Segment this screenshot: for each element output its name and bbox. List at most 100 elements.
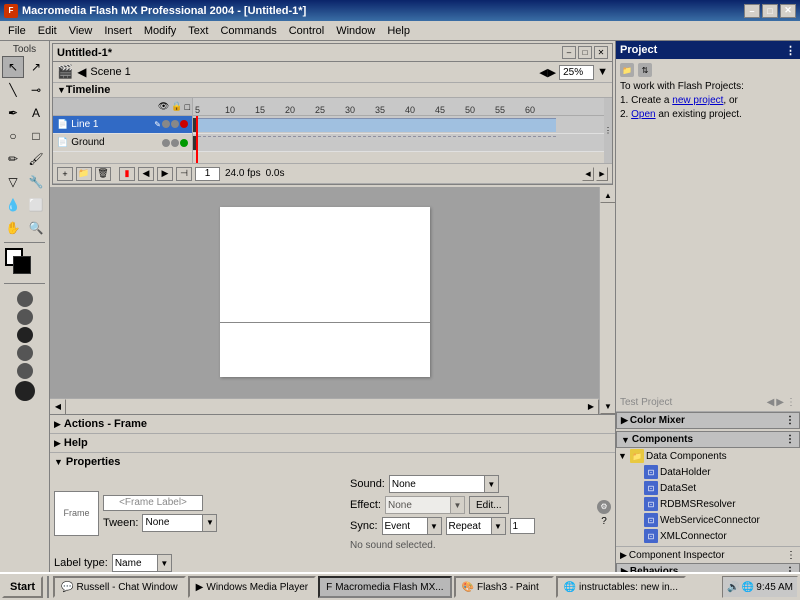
effect-dropdown[interactable]: None ▼ (385, 496, 465, 514)
tool-ink[interactable]: 🔧 (25, 171, 47, 193)
label-type-arrow-icon[interactable]: ▼ (157, 555, 171, 571)
layer-dot-red[interactable] (180, 120, 188, 128)
zoom-dropdown-arrow[interactable]: ▼ (597, 66, 608, 78)
play-btn[interactable]: ▮ (119, 167, 135, 181)
taskbar-item-mediaplayer[interactable]: ▶ Windows Media Player (188, 576, 316, 598)
repeat-count-input[interactable] (510, 518, 535, 534)
frame-fwd-btn[interactable]: ▶ (157, 167, 173, 181)
label-type-dropdown[interactable]: Name ▼ (112, 554, 172, 572)
timeline-scroll-right[interactable]: ▶ (596, 167, 608, 181)
taskbar-item-instructables[interactable]: 🌐 instructables: new in... (556, 576, 686, 598)
doc-close[interactable]: ✕ (594, 46, 608, 59)
tool-line[interactable]: ╲ (2, 79, 24, 101)
menu-text[interactable]: Text (182, 23, 214, 39)
tool-rect[interactable]: □ (25, 125, 47, 147)
repeat-dropdown[interactable]: Repeat ▼ (446, 517, 506, 535)
tree-item-rdbms[interactable]: ⊡ RDBMSResolver (616, 496, 800, 512)
menu-help[interactable]: Help (381, 23, 416, 39)
maximize-button[interactable]: □ (762, 4, 778, 18)
menu-commands[interactable]: Commands (214, 23, 282, 39)
tool-oval[interactable]: ○ (2, 125, 24, 147)
sync-arrow-icon[interactable]: ▼ (427, 518, 441, 534)
tree-item-dataset[interactable]: ⊡ DataSet (616, 480, 800, 496)
layer-row-ground[interactable]: 📄 Ground (53, 134, 192, 152)
test-project-btn1[interactable]: ◀ (767, 397, 775, 408)
stage[interactable] (220, 207, 430, 377)
resize-grip[interactable]: ⋮ (604, 98, 612, 163)
layer-ground-dot-green[interactable] (180, 139, 188, 147)
tree-item-webservice[interactable]: ⊡ WebServiceConnector (616, 512, 800, 528)
scroll-left-btn[interactable]: ◀ (50, 399, 66, 415)
doc-minimize[interactable]: – (562, 46, 576, 59)
delete-layer-btn[interactable]: 🗑 (95, 167, 111, 181)
dot-option-2[interactable] (17, 309, 33, 325)
frame-number-input[interactable]: 1 (195, 167, 220, 181)
minimize-button[interactable]: – (744, 4, 760, 18)
dot-option-5[interactable] (17, 363, 33, 379)
tree-item-xmlconnector[interactable]: ⊡ XMLConnector (616, 528, 800, 544)
tool-eyedrop[interactable]: 💧 (2, 194, 24, 216)
frame-label-input[interactable]: <Frame Label> (103, 495, 203, 511)
scroll-up-btn[interactable]: ▲ (600, 187, 615, 203)
menu-insert[interactable]: Insert (98, 23, 138, 39)
horizontal-scrollbar[interactable]: ◀ ▶ (50, 398, 599, 414)
project-sort-icon[interactable]: ⇅ (638, 63, 652, 77)
tool-zoom[interactable]: 🔍 (25, 217, 47, 239)
tool-text[interactable]: A (25, 102, 47, 124)
properties-help-icon[interactable]: ? (601, 516, 607, 527)
sound-dropdown[interactable]: None ▼ (389, 475, 499, 493)
end-btn[interactable]: ⊣ (176, 167, 192, 181)
zoom-input[interactable] (559, 65, 594, 80)
menu-control[interactable]: Control (283, 23, 330, 39)
new-project-link[interactable]: new project (672, 95, 723, 106)
tool-pencil[interactable]: ✏ (2, 148, 24, 170)
dot-option-4[interactable] (17, 345, 33, 361)
help-panel-header[interactable]: ▶ Help (50, 434, 615, 452)
test-project-options[interactable]: ⋮ (786, 397, 796, 408)
taskbar-item-russell[interactable]: 💬 Russell - Chat Window (53, 576, 186, 598)
effect-arrow-icon[interactable]: ▼ (450, 497, 464, 513)
layer-dot-1[interactable] (162, 120, 170, 128)
components-header[interactable]: ▼ Components ⋮ (616, 431, 800, 448)
layer-ground-dot-2[interactable] (171, 139, 179, 147)
tool-hand[interactable]: ✋ (2, 217, 24, 239)
dot-option-3[interactable] (17, 327, 33, 343)
layer-dot-2[interactable] (171, 120, 179, 128)
menu-window[interactable]: Window (330, 23, 381, 39)
add-layer-btn[interactable]: + (57, 167, 73, 181)
repeat-arrow-icon[interactable]: ▼ (491, 518, 505, 534)
tween-dropdown[interactable]: None ▼ (142, 514, 217, 532)
dot-option-large[interactable] (15, 381, 35, 401)
dot-option-1[interactable] (17, 291, 33, 307)
edit-button[interactable]: Edit... (469, 496, 509, 514)
start-button[interactable]: Start (2, 576, 43, 598)
actions-panel-header[interactable]: ▶ Actions - Frame (50, 415, 615, 433)
layer-ground-dot-1[interactable] (162, 139, 170, 147)
menu-modify[interactable]: Modify (138, 23, 182, 39)
components-options-icon[interactable]: ⋮ (785, 434, 795, 445)
project-options-icon[interactable]: ⋮ (785, 44, 796, 57)
tool-eraser[interactable]: ⬜ (25, 194, 47, 216)
properties-gear-icon[interactable]: ⚙ (597, 500, 611, 514)
tree-item-dataholder[interactable]: ⊡ DataHolder (616, 464, 800, 480)
timeline-toggle[interactable]: ▼ (57, 85, 66, 95)
test-project-btn2[interactable]: ▶ (776, 397, 784, 408)
tree-item-data-components[interactable]: ▼ 📁 Data Components (616, 448, 800, 464)
scroll-right-btn[interactable]: ▶ (583, 399, 599, 415)
vertical-scrollbar[interactable]: ▲ ▼ (599, 187, 615, 414)
frame-back-btn[interactable]: ◀ (138, 167, 154, 181)
menu-edit[interactable]: Edit (32, 23, 63, 39)
component-inspector-header[interactable]: ▶ Component Inspector ⋮ (616, 546, 800, 563)
tool-fill[interactable]: ▽ (2, 171, 24, 193)
canvas-area[interactable] (50, 187, 599, 398)
doc-restore[interactable]: □ (578, 46, 592, 59)
sync-dropdown[interactable]: Event ▼ (382, 517, 442, 535)
taskbar-item-paint[interactable]: 🎨 Flash3 - Paint (454, 576, 554, 598)
properties-panel-header[interactable]: ▼ Properties (50, 453, 615, 471)
fill-color[interactable] (13, 256, 31, 274)
tool-pen[interactable]: ✒ (2, 102, 24, 124)
menu-file[interactable]: File (2, 23, 32, 39)
color-swatches[interactable] (5, 248, 45, 278)
timeline-scroll-left[interactable]: ◀ (582, 167, 594, 181)
menu-view[interactable]: View (63, 23, 99, 39)
